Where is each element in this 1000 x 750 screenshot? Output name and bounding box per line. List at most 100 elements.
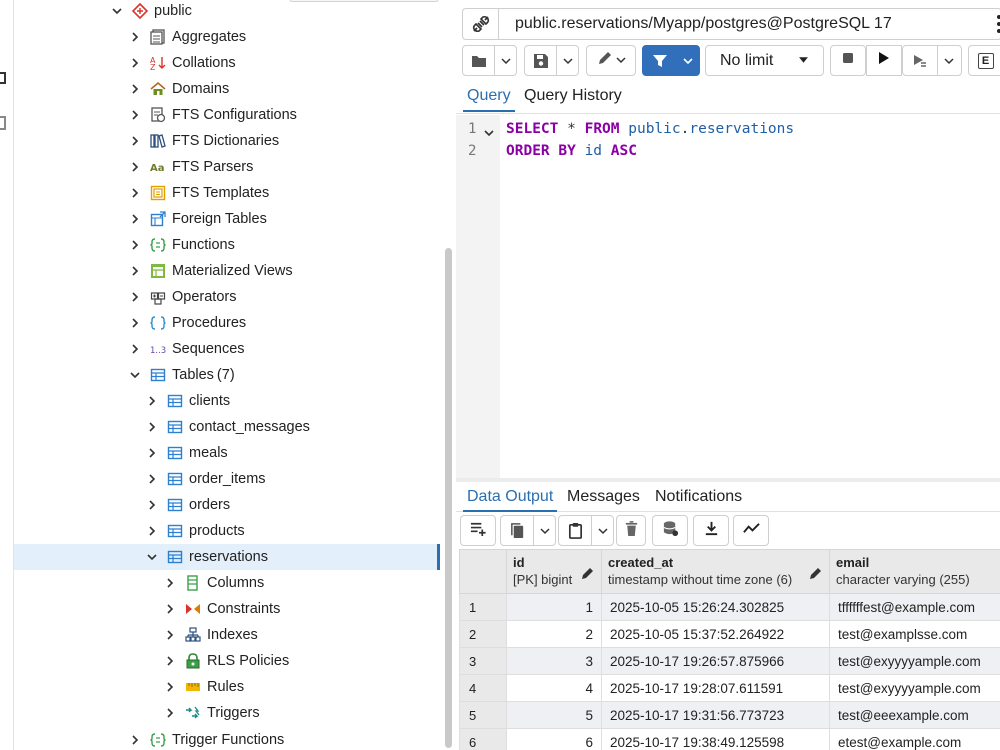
tree-node-foreign-tables[interactable]: Foreign Tables: [14, 206, 440, 232]
cell-id[interactable]: 3: [506, 647, 602, 675]
tree-table-clients[interactable]: clients: [14, 388, 440, 414]
chevron-down-icon[interactable]: [556, 46, 578, 75]
connection-selector[interactable]: public.reservations/Myapp/postgres@Postg…: [462, 8, 1000, 40]
tree-node-functions[interactable]: Functions: [14, 232, 440, 258]
cell-email[interactable]: test@eeexample.com: [829, 701, 1000, 729]
row-number-cell[interactable]: 5: [459, 701, 507, 729]
copy-button[interactable]: [500, 515, 556, 546]
chevron-down-icon[interactable]: [494, 46, 516, 75]
tree-node-fts-dictionaries[interactable]: FTS Dictionaries: [14, 128, 440, 154]
tree-table-order-items[interactable]: order_items: [14, 466, 440, 492]
chevron-right-icon[interactable]: [129, 239, 141, 251]
tree-node-indexes[interactable]: Indexes: [14, 622, 440, 648]
chevron-down-icon[interactable]: [937, 46, 959, 75]
chevron-right-icon[interactable]: [129, 265, 141, 277]
sql-editor[interactable]: 1 2 SELECT * FROM public.reservations OR…: [456, 115, 1000, 478]
column-header-created-at[interactable]: created_at timestamp without time zone (…: [601, 549, 830, 594]
tree-table-meals[interactable]: meals: [14, 440, 440, 466]
chevron-right-icon[interactable]: [129, 343, 141, 355]
tree-table-products[interactable]: products: [14, 518, 440, 544]
row-number-cell[interactable]: 6: [459, 728, 507, 750]
cell-created-at[interactable]: 2025-10-05 15:37:52.264922: [601, 620, 830, 648]
chevron-right-icon[interactable]: [146, 447, 158, 459]
tree-scrollbar[interactable]: [442, 0, 454, 750]
cell-id[interactable]: 4: [506, 674, 602, 702]
row-number-cell[interactable]: 4: [459, 674, 507, 702]
execute-button[interactable]: [866, 45, 902, 76]
graph-visualiser-button[interactable]: [733, 515, 769, 546]
chevron-right-icon[interactable]: [146, 421, 158, 433]
tab-query-history[interactable]: Query History: [524, 87, 622, 105]
tree-node-aggregates[interactable]: Aggregates: [14, 24, 440, 50]
cell-email[interactable]: test@exyyyyample.com: [829, 647, 1000, 675]
tab-query[interactable]: Query: [463, 87, 515, 112]
scrollbar-thumb[interactable]: [445, 248, 452, 748]
tree-node-trigger-functions[interactable]: Trigger Functions: [14, 727, 440, 750]
cell-id[interactable]: 2: [506, 620, 602, 648]
row-number-cell[interactable]: 3: [459, 647, 507, 675]
stop-button[interactable]: [830, 45, 866, 76]
tree-node-materialized-views[interactable]: Materialized Views: [14, 258, 440, 284]
chevron-right-icon[interactable]: [129, 135, 141, 147]
cell-email[interactable]: test@exyyyyample.com: [829, 674, 1000, 702]
tree-node-public[interactable]: public: [14, 0, 440, 24]
execute-script-button[interactable]: [902, 45, 962, 76]
row-number-cell[interactable]: 1: [459, 593, 507, 621]
table-row[interactable]: 5 5 2025-10-17 19:31:56.773723 test@eeexamp…: [459, 701, 1000, 729]
tree-node-fts-configurations[interactable]: FTS Configurations: [14, 102, 440, 128]
table-row[interactable]: 1 1 2025-10-05 15:26:24.302825 tffffffest@e…: [459, 593, 1000, 621]
chevron-right-icon[interactable]: [129, 213, 141, 225]
tab-data-output[interactable]: Data Output: [462, 488, 558, 512]
table-row[interactable]: 3 3 2025-10-17 19:26:57.875966 test@exyyyya…: [459, 647, 1000, 675]
cell-id[interactable]: 1: [506, 593, 602, 621]
edit-button[interactable]: [586, 45, 636, 76]
chevron-right-icon[interactable]: [164, 655, 176, 667]
tree-node-domains[interactable]: Domains: [14, 76, 440, 102]
filter-button[interactable]: [642, 45, 700, 76]
chevron-right-icon[interactable]: [129, 83, 141, 95]
table-row[interactable]: 6 6 2025-10-17 19:38:49.125598 etest@exampl…: [459, 728, 1000, 750]
chevron-down-icon[interactable]: [111, 5, 123, 17]
tree-node-columns[interactable]: Columns: [14, 570, 440, 596]
tree-node-constraints[interactable]: Constraints: [14, 596, 440, 622]
cell-created-at[interactable]: 2025-10-17 19:38:49.125598: [601, 728, 830, 750]
chevron-down-icon[interactable]: [146, 551, 158, 563]
cell-email[interactable]: etest@example.com: [829, 728, 1000, 750]
chevron-right-icon[interactable]: [129, 317, 141, 329]
tab-notifications[interactable]: Notifications: [655, 488, 742, 506]
tree-node-rls-policies[interactable]: RLS Policies: [14, 648, 440, 674]
tree-table-reservations[interactable]: reservations: [14, 544, 440, 570]
chevron-right-icon[interactable]: [129, 734, 141, 746]
save-button[interactable]: [524, 45, 579, 76]
cell-created-at[interactable]: 2025-10-05 15:26:24.302825: [601, 593, 830, 621]
tree-table-contact-messages[interactable]: contact_messages: [14, 414, 440, 440]
cell-id[interactable]: 6: [506, 728, 602, 750]
row-limit-select[interactable]: No limit: [705, 45, 824, 76]
tree-node-operators[interactable]: Operators: [14, 284, 440, 310]
tree-node-rules[interactable]: Rules: [14, 674, 440, 700]
tree-node-collations[interactable]: A Z Collations: [14, 50, 440, 76]
connection-status-icon[interactable]: [463, 9, 499, 39]
chevron-right-icon[interactable]: [129, 57, 141, 69]
tree-node-triggers[interactable]: Triggers: [14, 700, 440, 726]
download-button[interactable]: [693, 515, 729, 546]
cell-id[interactable]: 5: [506, 701, 602, 729]
chevron-right-icon[interactable]: [146, 395, 158, 407]
chevron-down-icon[interactable]: [129, 369, 141, 381]
chevron-down-icon[interactable]: [591, 516, 613, 545]
row-number-cell[interactable]: 2: [459, 620, 507, 648]
tree-node-fts-templates[interactable]: FTS Templates: [14, 180, 440, 206]
paste-button[interactable]: [558, 515, 614, 546]
fold-chevron-icon[interactable]: [484, 125, 494, 137]
chevron-down-icon[interactable]: [677, 56, 699, 66]
chevron-right-icon[interactable]: [129, 187, 141, 199]
tree-node-sequences[interactable]: 1..3 Sequences: [14, 336, 440, 362]
tree-node-procedures[interactable]: Procedures: [14, 310, 440, 336]
delete-button[interactable]: [616, 515, 646, 546]
tree-node-fts-parsers[interactable]: Aa FTS Parsers: [14, 154, 440, 180]
chevron-right-icon[interactable]: [146, 499, 158, 511]
cell-created-at[interactable]: 2025-10-17 19:26:57.875966: [601, 647, 830, 675]
cell-created-at[interactable]: 2025-10-17 19:28:07.611591: [601, 674, 830, 702]
table-row[interactable]: 4 4 2025-10-17 19:28:07.611591 test@exyyyya…: [459, 674, 1000, 702]
add-row-button[interactable]: [460, 515, 496, 546]
